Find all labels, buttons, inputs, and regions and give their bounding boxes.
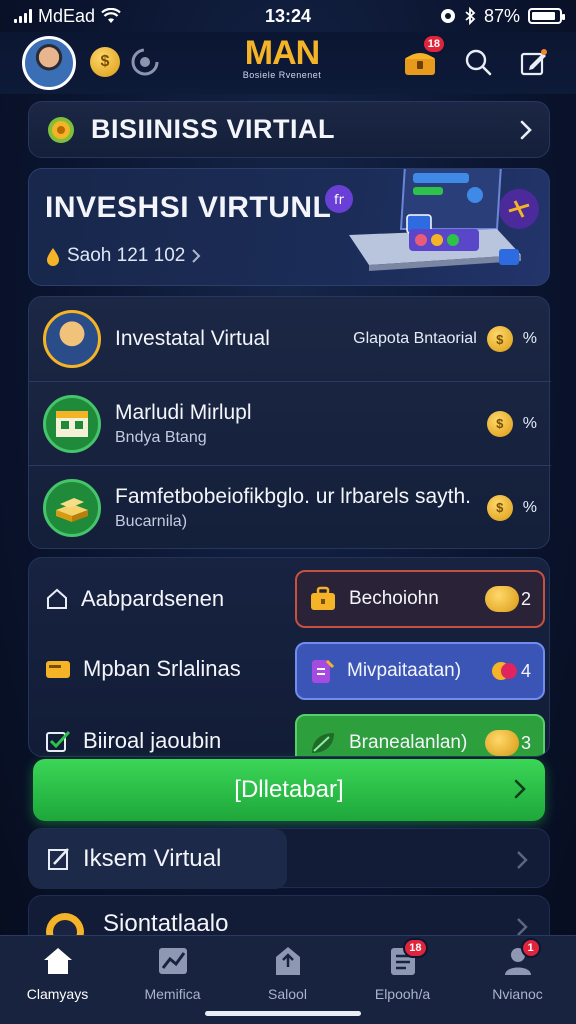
item-subtitle: Bucarnila) [115,512,188,530]
wallet-icon [46,661,70,678]
store-building-icon [43,394,101,453]
action-count: 4 [491,658,531,684]
action-count: 2 [484,586,531,612]
cta-label: [Dlletabar] [234,776,344,803]
battery-icon [528,8,565,24]
clipboard-icon [312,659,335,683]
edit-icon [520,49,547,76]
chevron-right-icon [514,779,526,799]
primary-cta-button[interactable]: [Dlletabar] [33,759,545,821]
laptop-illustration: fr [325,169,539,271]
search-button[interactable] [460,44,496,80]
item-title: Famfetbobeiofikbglo. ur lrbarels sayth. [115,484,472,508]
status-bar: MdEad 13:24 87% [0,0,576,32]
action-pill[interactable]: Mivpaitaatan) 4 [295,642,545,700]
leaf-icon [312,733,334,753]
item-subtitle: Bndya Btang [115,428,207,446]
signal-icon [14,9,32,23]
tab-school[interactable]: Salool [230,944,345,1014]
brand-tagline: Bosiele Rvenenet [242,70,322,80]
tab-badge: 18 [403,938,428,958]
bluetooth-icon [465,7,476,25]
chest-button[interactable]: 18 [402,34,446,80]
edit-checkbox-icon [48,848,69,870]
app-header: $ MAN Bosiele Rvenenet 18 [0,32,576,94]
item-value: % [522,330,537,347]
coin-icon[interactable]: $ [90,47,120,77]
gem-icon [491,662,517,680]
coin-icon: $ [486,410,513,437]
brand-name: MAN [244,34,320,72]
wifi-icon [101,8,121,23]
tab-home[interactable]: Clamyays [0,944,115,1014]
action-pill[interactable]: Bechoiohn 2 [295,570,545,628]
hero-card[interactable]: INVESHSI VIRTUNL Saoh 121 102 fr [28,168,550,286]
briefcase-icon [311,586,335,610]
action-pill[interactable]: Branealanlan) 3 [295,714,545,756]
coin-stack-icon [484,730,519,756]
item-meta: Glapota Bntaorial [353,330,477,347]
item-value: % [522,498,537,516]
tab-documents[interactable]: 18 Elpooh/a [345,938,460,1014]
virtual-system-row[interactable]: Iksem Virtual [28,828,550,889]
home-indicator[interactable] [205,1011,361,1016]
building-icon [271,944,305,978]
action-count: 3 [484,730,531,756]
tab-metrics[interactable]: Memifica [115,944,230,1014]
chest-badge: 18 [421,34,446,54]
coin-gear-icon [48,116,74,143]
brand-logo: MAN Bosiele Rvenenet [230,36,334,80]
item-title: Marludi Mirlupl [115,400,252,424]
list-item[interactable]: Marludi Mirlupl Bndya Btang $ % [29,381,551,465]
item-value: % [522,414,537,432]
hero-title: INVESHSI VIRTUNL [45,191,332,224]
battery-percent: 87% [483,5,520,26]
action-row-label[interactable]: Biiroal jaoubin [45,728,221,754]
business-virtual-banner[interactable]: BISIINISS VIRTIAL [28,101,550,158]
hero-subtitle-link[interactable]: Saoh 121 102 [45,245,201,267]
edit-button[interactable] [516,44,552,80]
tab-profile[interactable]: 1 Nvianoc [460,938,575,1014]
actions-grid: Aabpardsenen Bechoiohn 2 Mpban Srlalinas… [28,557,550,757]
search-icon [465,49,492,76]
banner-title: BISIINISS VIRTIAL [91,114,336,144]
list-item[interactable]: Famfetbobeiofikbglo. ur lrbarels sayth. … [29,465,551,549]
alarm-icon [440,9,455,23]
refresh-icon[interactable] [130,47,160,77]
chevron-right-icon [520,120,532,139]
list-item[interactable]: Investatal Virtual Glapota Bntaorial $ % [29,297,551,381]
chevron-right-icon [517,851,528,869]
svg-text:fr: fr [334,193,345,208]
coin-drop-icon [47,248,59,266]
item-title: Investatal Virtual [115,327,270,350]
hero-subtitle: Saoh 121 102 [67,245,186,266]
investment-list: Investatal Virtual Glapota Bntaorial $ %… [28,296,551,549]
profile-icon: 1 [501,938,541,978]
investor-avatar-icon [43,310,101,368]
carrier-label: MdEad [38,5,96,26]
action-row-label[interactable]: Mpban Srlalinas [45,656,241,682]
home-icon [41,944,75,978]
action-row-label[interactable]: Aabpardsenen [45,586,224,612]
tab-badge: 1 [520,938,541,958]
coin-stack-icon [484,586,519,612]
coin-icon: $ [486,494,513,521]
home-outline-icon [47,588,67,609]
document-icon: 18 [386,938,428,978]
coin-icon: $ [486,326,513,352]
checkbox-icon [46,730,71,752]
chart-icon [156,944,190,978]
virtual-system-tab[interactable]: Iksem Virtual [29,829,287,889]
chevron-right-icon [192,249,201,263]
gold-bars-icon [43,478,101,537]
avatar[interactable] [22,36,76,90]
